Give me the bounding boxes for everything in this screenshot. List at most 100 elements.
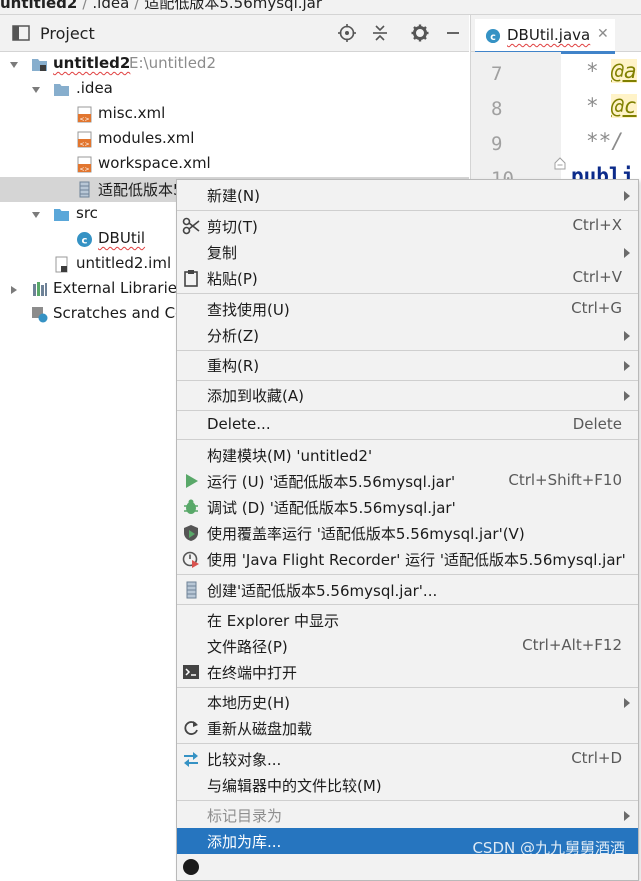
menu-item-create-config[interactable]: 创建'适配低版本5.56mysql.jar'...: [177, 577, 638, 603]
editor-tab-bar: c DBUtil.java ✕: [471, 15, 641, 54]
submenu-arrow-icon: [624, 331, 630, 341]
svg-text:<>: <>: [79, 141, 89, 148]
menu-item-analyze[interactable]: 分析(Z): [177, 322, 638, 348]
tree-misc-label: misc.xml: [98, 104, 166, 122]
profiler-icon: [182, 551, 199, 568]
expand-arrow-icon[interactable]: [31, 210, 41, 220]
menu-item-reload-from-disk[interactable]: 重新从磁盘加载: [177, 715, 638, 741]
code-line-8: * @c: [586, 94, 637, 118]
menu-item-file-path[interactable]: 文件路径(P) Ctrl+Alt+F12: [177, 633, 638, 659]
gear-icon[interactable]: [410, 23, 430, 43]
expand-arrow-icon[interactable]: [9, 60, 19, 70]
watermark: CSDN @九九舅舅酒酒: [472, 839, 625, 857]
tree-item-modules[interactable]: <> modules.xml: [0, 127, 469, 152]
close-icon[interactable]: ✕: [597, 26, 609, 42]
locate-icon[interactable]: [337, 23, 357, 43]
menu-item-show-in-explorer[interactable]: 在 Explorer 中显示: [177, 607, 638, 633]
project-panel-title[interactable]: Project: [40, 24, 95, 43]
code-line-7: * @a: [586, 59, 637, 83]
expand-arrow-icon[interactable]: [31, 85, 41, 95]
menu-item-run-coverage[interactable]: 使用覆盖率运行 '适配低版本5.56mysql.jar'(V): [177, 520, 638, 546]
context-menu: 新建(N) 剪切(T) Ctrl+X 复制 粘贴(P) Ctrl+V 查找使用(U)…: [176, 179, 639, 881]
java-class-icon: c: [485, 28, 501, 44]
project-panel-icon: [12, 25, 30, 41]
tree-iml-label: untitled2.iml: [76, 254, 172, 272]
tree-root-label: untitled2: [53, 54, 131, 72]
collapsed-arrow-icon[interactable]: [9, 285, 19, 295]
line-number: 8: [491, 98, 503, 120]
submenu-arrow-icon: [624, 391, 630, 401]
menu-item-open-in-terminal[interactable]: 在终端中打开: [177, 659, 638, 685]
menu-item-delete[interactable]: Delete... Delete: [177, 412, 638, 438]
menu-item-debug[interactable]: 调试 (D) '适配低版本5.56mysql.jar': [177, 494, 638, 520]
compare-icon: [184, 752, 198, 767]
hide-panel-icon[interactable]: [443, 23, 463, 43]
tree-external-label: External Libraries: [53, 279, 185, 297]
submenu-arrow-icon: [624, 361, 630, 371]
java-class-icon: c: [77, 232, 92, 247]
tree-src-label: src: [76, 204, 98, 222]
fold-marker-icon[interactable]: [553, 157, 567, 171]
tree-dbutil-label: DBUtil: [98, 229, 146, 247]
menu-item-refactor[interactable]: 重构(R): [177, 352, 638, 378]
tree-root-path: E:\untitled2: [129, 54, 216, 72]
tree-item-misc[interactable]: <> misc.xml: [0, 102, 469, 127]
menu-item-compare-with[interactable]: 比较对象... Ctrl+D: [177, 746, 638, 772]
coverage-icon: [184, 525, 198, 541]
jar-file-icon: [186, 581, 197, 599]
scissors-icon: [182, 217, 200, 235]
submenu-arrow-icon: [624, 698, 630, 708]
svg-text:<>: <>: [79, 116, 89, 123]
xml-file-icon: <>: [77, 156, 92, 173]
github-icon: [183, 859, 199, 875]
editor-tab-label: DBUtil.java: [507, 26, 591, 44]
line-number: 7: [491, 63, 503, 85]
folder-icon: [54, 84, 69, 96]
submenu-arrow-icon: [624, 811, 630, 821]
breadcrumb-file[interactable]: 适配低版本5.56mysql.jar: [144, 0, 322, 12]
menu-item-local-history[interactable]: 本地历史(H): [177, 689, 638, 715]
svg-text:c: c: [82, 236, 88, 247]
collapse-all-icon[interactable]: [370, 23, 390, 43]
scratches-icon: [32, 307, 48, 323]
menu-item-run[interactable]: 运行 (U) '适配低版本5.56mysql.jar' Ctrl+Shift+F1…: [177, 468, 638, 494]
breadcrumb-project[interactable]: untitled2: [0, 0, 77, 12]
menu-item-partial[interactable]: [177, 855, 638, 881]
code-line-9: **/: [586, 129, 624, 153]
run-icon: [186, 474, 198, 488]
submenu-arrow-icon: [624, 191, 630, 201]
tree-modules-label: modules.xml: [98, 129, 195, 147]
menu-item-new[interactable]: 新建(N): [177, 182, 638, 208]
xml-file-icon: <>: [77, 106, 92, 123]
menu-item-paste[interactable]: 粘贴(P) Ctrl+V: [177, 265, 638, 291]
menu-item-add-to-favorites[interactable]: 添加到收藏(A): [177, 382, 638, 408]
menu-item-compare-with-editor[interactable]: 与编辑器中的文件比较(M): [177, 772, 638, 798]
svg-text:<>: <>: [79, 166, 89, 173]
breadcrumb-folder[interactable]: .idea: [92, 0, 129, 12]
tree-item-idea[interactable]: .idea: [0, 77, 469, 102]
menu-item-mark-directory[interactable]: 标记目录为: [177, 802, 638, 828]
module-folder-icon: [32, 59, 47, 71]
tree-idea-label: .idea: [76, 79, 113, 97]
refresh-icon: [184, 721, 198, 735]
menu-item-build-module[interactable]: 构建模块(M) 'untitled2': [177, 442, 638, 468]
menu-item-cut[interactable]: 剪切(T) Ctrl+X: [177, 213, 638, 239]
editor-tab-dbutil[interactable]: c DBUtil.java ✕: [475, 19, 615, 54]
tree-item-workspace[interactable]: <> workspace.xml: [0, 152, 469, 177]
menu-item-find-usages[interactable]: 查找使用(U) Ctrl+G: [177, 296, 638, 322]
line-number: 9: [491, 133, 503, 155]
debug-icon: [184, 499, 198, 514]
tree-workspace-label: workspace.xml: [98, 154, 211, 172]
library-icon: [33, 282, 47, 296]
jar-file-icon: [79, 181, 90, 198]
project-panel-header: Project: [0, 15, 469, 52]
tree-item-root[interactable]: untitled2 E:\untitled2: [0, 52, 469, 77]
iml-file-icon: [55, 256, 68, 273]
clipboard-icon: [184, 270, 198, 287]
submenu-arrow-icon: [624, 248, 630, 258]
svg-text:c: c: [490, 32, 496, 43]
terminal-icon: [183, 665, 199, 679]
menu-item-copy[interactable]: 复制: [177, 239, 638, 265]
xml-file-icon: <>: [77, 131, 92, 148]
menu-item-flight-recorder[interactable]: 使用 'Java Flight Recorder' 运行 '适配低版本5.56m…: [177, 546, 638, 572]
